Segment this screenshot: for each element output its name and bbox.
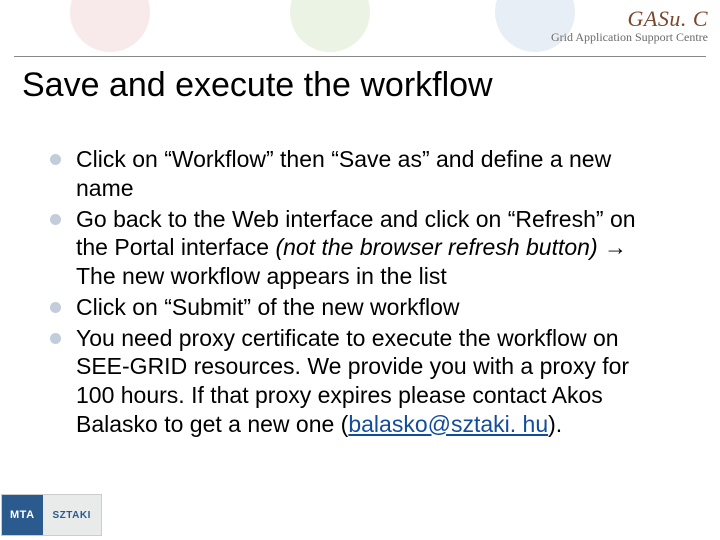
- list-item: You need proxy certificate to execute th…: [50, 324, 670, 439]
- email-link[interactable]: balasko@sztaki. hu: [348, 411, 548, 437]
- page-title: Save and execute the workflow: [22, 66, 493, 105]
- list-item: Click on “Workflow” then “Save as” and d…: [50, 145, 670, 203]
- footer-badge-left: MTA: [2, 495, 43, 535]
- logo: GASu. C Grid Application Support Centre: [551, 6, 708, 45]
- logo-main: GASu. C: [551, 6, 708, 32]
- footer-badge-right: SZTAKI: [43, 495, 101, 535]
- bullet-list: Click on “Workflow” then “Save as” and d…: [50, 145, 670, 441]
- list-item: Go back to the Web interface and click o…: [50, 205, 670, 291]
- decor-circle-pink: [70, 0, 150, 52]
- list-item: Click on “Submit” of the new workflow: [50, 293, 670, 322]
- decor-circle-green: [290, 0, 370, 52]
- footer-badge: MTA SZTAKI: [2, 495, 101, 535]
- header-rule: [14, 56, 706, 57]
- logo-sub: Grid Application Support Centre: [551, 30, 708, 45]
